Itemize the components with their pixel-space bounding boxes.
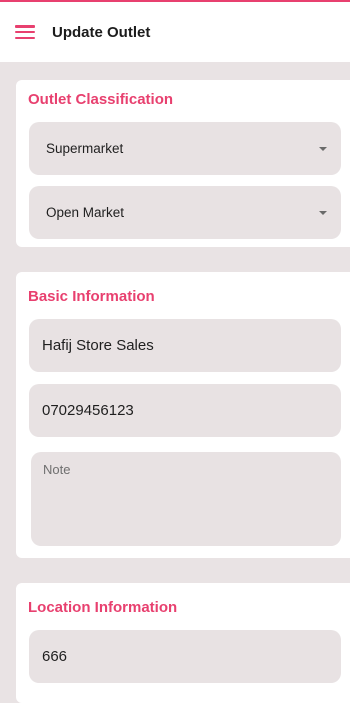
phone-field[interactable]: 07029456123: [29, 384, 341, 437]
location-value: 666: [42, 648, 68, 665]
dropdown-arrow-icon: [319, 146, 327, 151]
page-title: Update Outlet: [52, 23, 151, 41]
outlet-name-field[interactable]: Hafij Store Sales: [29, 319, 341, 372]
outlet-name-value: Hafij Store Sales: [42, 337, 154, 354]
location-information-title: Location Information: [28, 599, 178, 616]
location-information-card: Location Information 666: [16, 583, 350, 703]
phone-value: 07029456123: [42, 402, 134, 419]
location-field[interactable]: 666: [29, 630, 341, 683]
dropdown-arrow-icon: [319, 210, 327, 215]
basic-information-card: Basic Information Hafij Store Sales 0702…: [16, 272, 350, 558]
outlet-classification-title: Outlet Classification: [28, 91, 174, 108]
menu-icon[interactable]: [15, 25, 35, 39]
app-bar: Update Outlet: [0, 2, 350, 62]
note-field[interactable]: [31, 452, 341, 546]
outlet-type-dropdown[interactable]: Supermarket: [29, 122, 341, 175]
outlet-type-value: Supermarket: [46, 141, 124, 156]
market-type-value: Open Market: [46, 205, 125, 220]
market-type-dropdown[interactable]: Open Market: [29, 186, 341, 239]
outlet-classification-card: Outlet Classification Supermarket Open M…: [16, 80, 350, 247]
basic-information-title: Basic Information: [28, 288, 155, 305]
